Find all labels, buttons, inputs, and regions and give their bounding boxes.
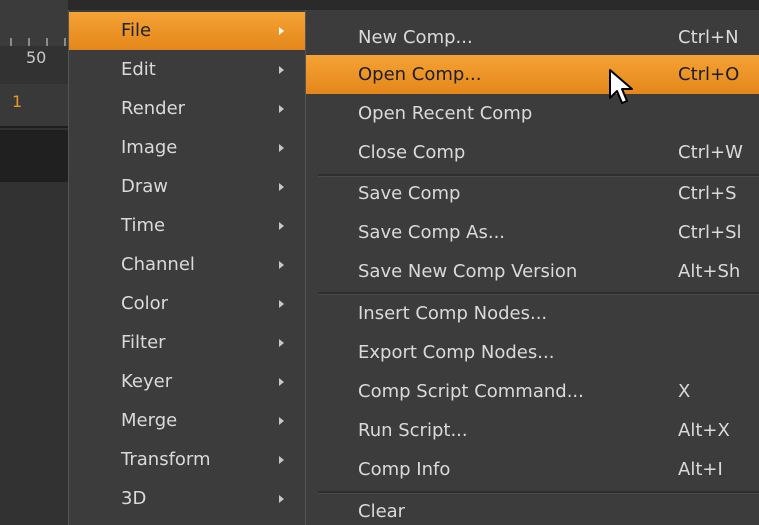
menu-item-image[interactable]: Image [69, 129, 305, 167]
submenu-arrow-icon [279, 66, 284, 74]
menu-item-filter[interactable]: Filter [69, 324, 305, 362]
current-frame-value[interactable]: 1 [12, 92, 22, 111]
menu-item-3d[interactable]: 3D [69, 480, 305, 518]
mouse-pointer-icon [609, 69, 633, 104]
submenu-arrow-icon [279, 27, 284, 35]
menu-item-label: Comp Script Command... [358, 381, 584, 402]
menu-item-merge[interactable]: Merge [69, 402, 305, 440]
submenu-arrow-icon [279, 105, 284, 113]
menu-item-open-recent-comp[interactable]: Open Recent Comp [306, 94, 759, 133]
submenu-arrow-icon [279, 339, 284, 347]
ruler-tick [64, 38, 66, 46]
menu-item-label: Save Comp As... [358, 222, 506, 243]
menu-item-label: Image [121, 137, 178, 158]
menu-item-edit[interactable]: Edit [69, 51, 305, 89]
ruler-tick [28, 38, 30, 46]
menu-item-draw[interactable]: Draw [69, 168, 305, 206]
menu-item-time[interactable]: Time [69, 207, 305, 245]
shortcut-label: Ctrl+N [678, 27, 739, 48]
menu-item-label: Insert Comp Nodes... [358, 303, 548, 324]
menu-item-label: 3D [121, 488, 147, 509]
submenu-arrow-icon [279, 378, 284, 386]
menu-item-label: Transform [121, 449, 211, 470]
menu-item-comp-script-command[interactable]: Comp Script Command... X [306, 372, 759, 411]
menu-item-clear[interactable]: Clear [306, 492, 759, 525]
menu-item-export-comp-nodes[interactable]: Export Comp Nodes... [306, 333, 759, 372]
menu-item-label: Filter [121, 332, 166, 353]
menu-item-label: Close Comp [358, 142, 466, 163]
menu-item-label: Channel [121, 254, 195, 275]
menu-item-channel[interactable]: Channel [69, 246, 305, 284]
ruler-label: 50 [26, 48, 47, 67]
menu-item-save-new-comp-version[interactable]: Save New Comp Version Alt+Sh [306, 252, 759, 291]
ruler-tick [10, 38, 12, 46]
submenu-arrow-icon [279, 456, 284, 464]
submenu-arrow-icon [279, 417, 284, 425]
shortcut-label: Alt+I [678, 459, 723, 480]
submenu-arrow-icon [279, 495, 284, 503]
menu-item-new-comp[interactable]: New Comp... Ctrl+N [306, 18, 759, 57]
menu-item-save-comp[interactable]: Save Comp Ctrl+S [306, 174, 759, 213]
menu-item-label: Open Recent Comp [358, 103, 533, 124]
submenu-arrow-icon [279, 261, 284, 269]
menu-item-label: Time [121, 215, 166, 236]
menu-item-transform[interactable]: Transform [69, 441, 305, 479]
menu-item-color[interactable]: Color [69, 285, 305, 323]
menu-item-open-comp[interactable]: Open Comp... Ctrl+O [306, 55, 759, 94]
menu-item-label: Keyer [121, 371, 173, 392]
menu-item-render[interactable]: Render [69, 90, 305, 128]
current-frame-row[interactable] [0, 84, 68, 128]
shortcut-label: Alt+X [678, 420, 730, 441]
menu-item-label: Comp Info [358, 459, 451, 480]
file-submenu: New Comp... Ctrl+N Open Comp... Ctrl+O O… [305, 10, 759, 525]
shortcut-label: Alt+Sh [678, 261, 741, 282]
menu-item-label: Save New Comp Version [358, 261, 578, 282]
timeline-strip: 50 1 [0, 0, 68, 525]
main-menu: File Edit Render Image Draw Time Channel [68, 10, 306, 525]
menu-item-label: New Comp... [358, 27, 473, 48]
menu-item-comp-info[interactable]: Comp Info Alt+I [306, 450, 759, 489]
menu-item-keyer[interactable]: Keyer [69, 363, 305, 401]
menu-item-label: Open Comp... [358, 64, 482, 85]
menu-item-label: Save Comp [358, 183, 461, 204]
menu-item-label: Run Script... [358, 420, 468, 441]
ruler-tick [46, 38, 48, 46]
menu-item-label: Color [121, 293, 168, 314]
timeline-ruler[interactable] [0, 0, 68, 46]
submenu-arrow-icon [279, 300, 284, 308]
menu-item-close-comp[interactable]: Close Comp Ctrl+W [306, 133, 759, 172]
menu-item-insert-comp-nodes[interactable]: Insert Comp Nodes... [306, 294, 759, 333]
timeline-track [0, 130, 68, 182]
menu-item-file[interactable]: File [69, 12, 305, 50]
menu-item-label: Edit [121, 59, 156, 80]
menu-item-label: Export Comp Nodes... [358, 342, 555, 363]
shortcut-label: X [678, 381, 691, 402]
menu-item-save-comp-as[interactable]: Save Comp As... Ctrl+Sl [306, 213, 759, 252]
submenu-arrow-icon [279, 144, 284, 152]
menu-item-label: Merge [121, 410, 178, 431]
submenu-arrow-icon [279, 222, 284, 230]
menu-item-label: Render [121, 98, 186, 119]
shortcut-label: Ctrl+W [678, 142, 743, 163]
submenu-arrow-icon [279, 183, 284, 191]
menu-item-run-script[interactable]: Run Script... Alt+X [306, 411, 759, 450]
menu-item-label: File [121, 20, 152, 41]
menu-item-label: Draw [121, 176, 169, 197]
shortcut-label: Ctrl+Sl [678, 222, 742, 243]
app-root: 50 1 File Edit Render Image Draw Time Ch… [0, 0, 759, 525]
menu-item-label: Clear [358, 501, 406, 522]
shortcut-label: Ctrl+S [678, 183, 737, 204]
shortcut-label: Ctrl+O [678, 64, 740, 85]
